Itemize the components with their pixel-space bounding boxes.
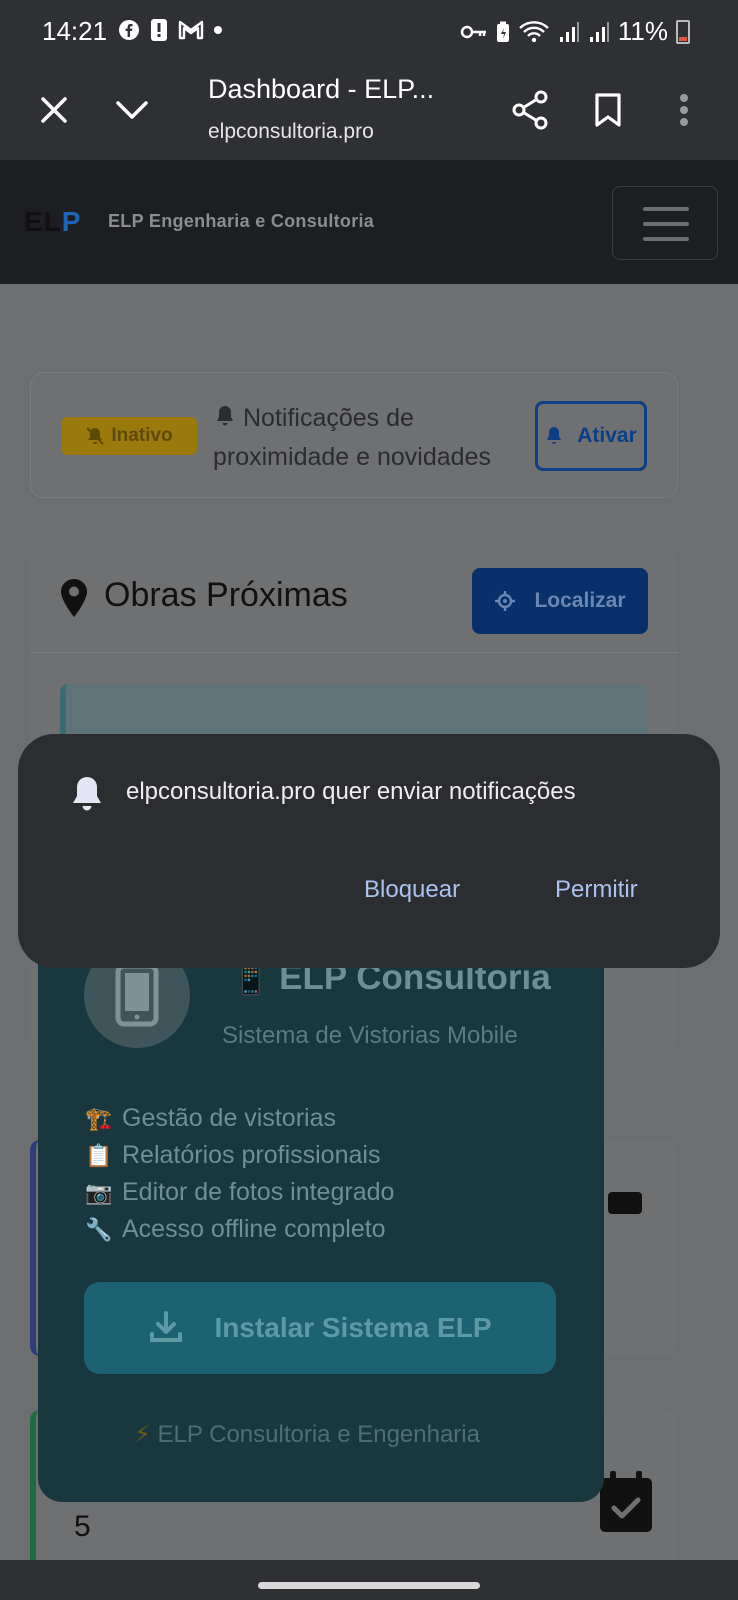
activate-notifications-button[interactable]: Ativar [535,401,647,471]
construction-icon: 🏗️ [85,1106,113,1131]
status-badge: Inativo [61,417,197,455]
divider [30,652,678,653]
feature-text: Relatórios profissionais [122,1141,381,1169]
hamburger-icon [643,222,689,226]
status-time: 14:21 [42,16,108,46]
logo-text-accent: P [61,206,82,237]
signal-icon [589,21,609,42]
status-bar: 14:21 11% [0,0,738,60]
feature-text: Gestão de vistorias [122,1104,336,1132]
install-footer-text: ELP Consultoria e Engenharia [157,1421,480,1448]
bookmark-icon [595,93,621,127]
page-title: Dashboard - ELP... [208,74,435,104]
alert-icon [151,19,167,41]
list-item: 🔧 Acesso offline completo [84,1211,394,1248]
map-pin-icon [61,579,87,617]
chevron-down-icon [116,101,148,119]
wifi-icon [519,20,549,42]
home-gesture-handle[interactable] [258,1582,480,1589]
section-title: Obras Próximas [104,576,348,614]
browser-toolbar: Dashboard - ELP... elpconsultoria.pro [0,60,738,160]
facebook-icon [119,20,139,40]
site-navbar: ELP ELP Engenharia e Consultoria [0,160,738,284]
notifications-text: Notificações de proximidade e novidades [213,404,491,471]
battery-icon [676,19,690,44]
battery-saver-icon [496,21,509,42]
lightning-icon: ⚡ [134,1421,151,1448]
calendar-check-icon [600,1471,652,1532]
smartphone-icon [115,963,159,1027]
close-tab-button[interactable] [26,82,82,138]
signal-icon [559,21,579,42]
stat-icon [608,1192,642,1214]
install-button-label: Instalar Sistema ELP [214,1312,492,1343]
hamburger-icon [643,237,689,241]
feature-text: Acesso offline completo [122,1215,386,1243]
clipboard-icon: 📋 [85,1143,113,1168]
system-icons: 11% [460,16,690,47]
battery-percentage: 11% [617,16,668,46]
bell-off-icon [86,427,105,445]
menu-toggle-button[interactable] [612,186,718,260]
feature-text: Editor de fotos integrado [122,1178,395,1206]
close-icon [41,97,67,123]
navigation-bar [0,1560,738,1600]
dot-icon [214,26,222,34]
allow-button[interactable]: Permitir [555,876,638,904]
camera-icon: 📷 [85,1180,113,1205]
more-menu-button[interactable] [656,82,712,138]
notification-permission-dialog: elpconsultoria.pro quer enviar notificaç… [18,734,720,968]
wrench-icon: 🔧 [85,1217,113,1242]
list-item: 📋 Relatórios profissionais [84,1137,394,1174]
bell-icon [73,777,101,811]
notification-icons [118,18,222,42]
feature-list: 🏗️ Gestão de vistorias 📋 Relatórios profis… [84,1100,394,1248]
status-badge-label: Inativo [111,425,173,446]
bell-icon [217,406,233,426]
install-button[interactable]: Instalar Sistema ELP [84,1282,556,1374]
permission-message: elpconsultoria.pro quer enviar notificaç… [126,778,576,805]
logo-text: EL [24,206,62,237]
share-button[interactable] [502,82,558,138]
block-button[interactable]: Bloquear [364,876,460,904]
share-icon [512,90,548,130]
list-item: 🏗️ Gestão de vistorias [84,1100,394,1137]
crosshair-icon [495,591,516,611]
brand-name: ELP Engenharia e Consultoria [108,211,375,231]
activate-label: Ativar [577,424,637,447]
site-logo[interactable]: ELP [24,206,81,238]
bell-icon [547,427,562,444]
stat-value: 5 [74,1510,91,1543]
minimize-button[interactable] [104,82,160,138]
gmail-icon [178,20,204,40]
key-icon [460,25,486,38]
install-subtitle: Sistema de Vistorias Mobile [222,1022,518,1049]
bookmark-button[interactable] [580,82,636,138]
list-item: 📷 Editor de fotos integrado [84,1174,394,1211]
download-icon [150,1311,183,1342]
hamburger-icon [643,207,689,211]
notifications-card: Inativo Notificações de proximidade e no… [30,372,678,498]
more-vert-icon [680,94,688,126]
notifications-description: Notificações de proximidade e novidades [213,399,523,477]
install-footer: ⚡ ELP Consultoria e Engenharia [134,1420,480,1449]
page-url[interactable]: elpconsultoria.pro [208,120,374,144]
locate-button[interactable]: Localizar [472,568,648,634]
locate-label: Localizar [534,589,626,612]
